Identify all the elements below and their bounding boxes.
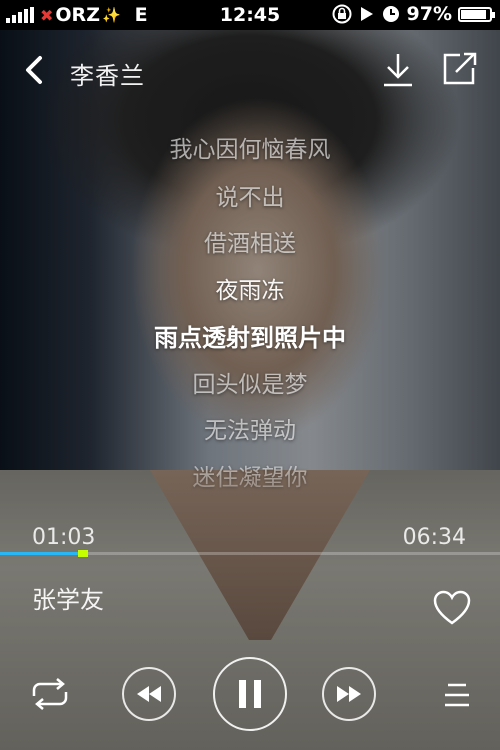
carrier-logo-icon: ✖ xyxy=(40,5,54,25)
lyric-line: 说不出 xyxy=(215,185,285,211)
back-icon[interactable] xyxy=(20,54,50,86)
playlist-icon[interactable] xyxy=(444,682,470,708)
lyric-line: 回头似是梦 xyxy=(192,372,308,398)
carrier: ✖ ORZ ✨ xyxy=(40,4,121,26)
status-bar: ✖ ORZ ✨ E 12:45 97% xyxy=(0,0,500,30)
signal-icon xyxy=(6,7,34,23)
elapsed-time: 01:03 xyxy=(32,525,96,550)
progress-knob[interactable] xyxy=(78,550,88,557)
lyric-line: 我心因何恼春风 xyxy=(169,137,331,163)
lyrics-panel[interactable]: 我心因何恼春风 说不出 借酒相送 夜雨冻 雨点透射到照片中 回头似是梦 无法弹动… xyxy=(0,88,500,518)
download-icon[interactable] xyxy=(382,52,414,88)
pause-button[interactable] xyxy=(213,657,287,731)
heart-icon[interactable] xyxy=(433,590,471,626)
total-time: 06:34 xyxy=(402,525,466,550)
lyric-line: 无法弹动 xyxy=(204,418,296,444)
battery-icon xyxy=(458,6,495,22)
previous-button[interactable] xyxy=(122,667,176,721)
next-icon xyxy=(337,686,361,702)
sparkle-icon: ✨ xyxy=(101,6,121,24)
lyric-line-current: 雨点透射到照片中 xyxy=(154,324,346,352)
loop-icon[interactable] xyxy=(28,676,72,712)
carrier-name: ORZ xyxy=(55,4,100,26)
previous-icon xyxy=(137,686,161,702)
lyric-line: 借酒相送 xyxy=(204,231,296,257)
battery-percent: 97% xyxy=(406,3,452,25)
progress-fill xyxy=(0,552,80,555)
pause-icon xyxy=(239,680,261,708)
artist-name[interactable]: 张学友 xyxy=(32,580,104,615)
share-icon[interactable] xyxy=(442,52,478,86)
lyric-line: 夜雨冻 xyxy=(215,278,285,304)
play-status-icon xyxy=(360,7,373,21)
status-right: 97% xyxy=(331,3,495,25)
lock-rotation-icon xyxy=(332,4,352,24)
lyric-line: 迷住凝望你 xyxy=(192,465,308,491)
alarm-icon xyxy=(382,6,399,22)
progress-bar[interactable] xyxy=(0,550,500,557)
song-title: 李香兰 xyxy=(70,62,145,90)
network-type: E xyxy=(134,4,148,26)
next-button[interactable] xyxy=(322,667,376,721)
